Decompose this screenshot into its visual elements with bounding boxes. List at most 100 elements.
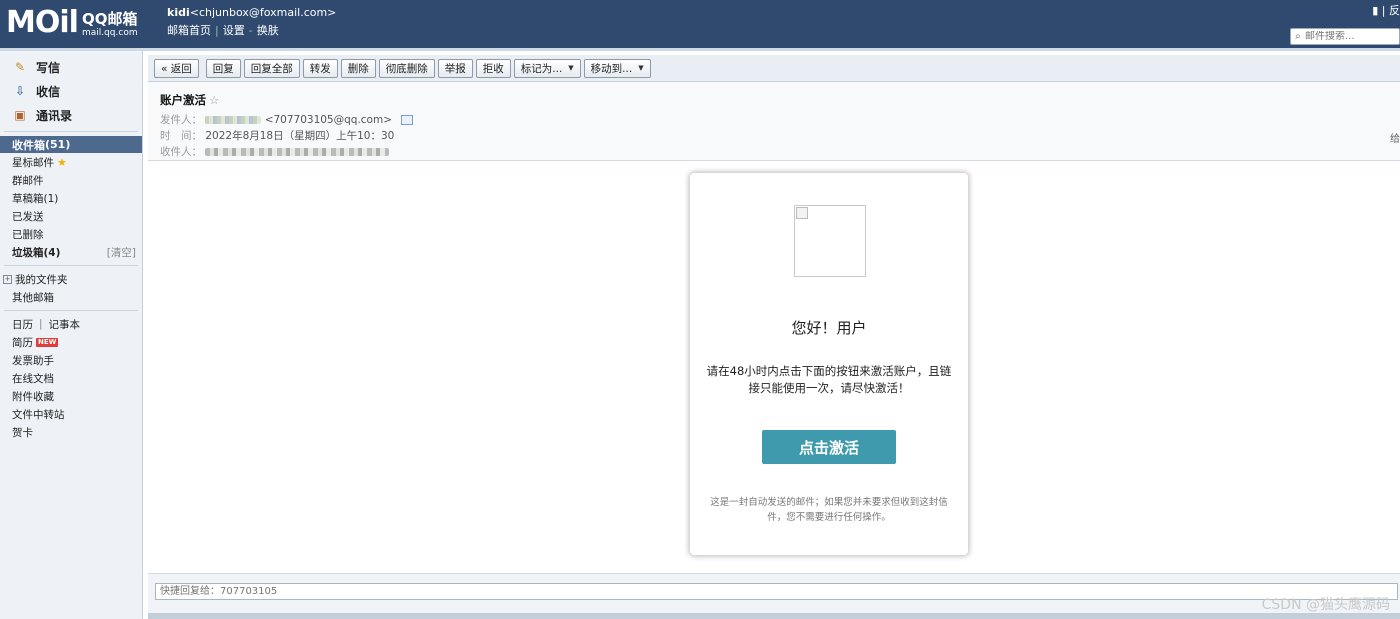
activation-card: 您好！用户 请在48小时内点击下面的按钮来激活账户，且链接只能使用一次，请尽快激… — [689, 172, 969, 556]
user-email: <chjunbox@foxmail.com> — [189, 6, 337, 19]
mail-header: 账户激活 ☆ 发件人： <707703105@qq.com> 时 间： 2022年… — [148, 82, 1400, 161]
sidebar-item-label: 通讯录 — [36, 108, 73, 123]
invoice-label: 发票助手 — [12, 354, 54, 367]
activate-button[interactable]: 点击激活 — [762, 430, 896, 464]
my-folders-label: 我的文件夹 — [15, 273, 68, 286]
activation-message: 请在48小时内点击下面的按钮来激活账户，且链接只能使用一次，请尽快激活！ — [706, 364, 952, 395]
caret-down-icon: ▼ — [568, 64, 574, 72]
quick-reply-input[interactable] — [155, 583, 1398, 600]
sidebar-divider — [4, 131, 138, 132]
sidebar-item-greeting-card[interactable]: 贺卡 — [0, 423, 142, 441]
mark-as-label: 标记为... — [520, 62, 563, 75]
broken-image-icon — [796, 207, 808, 219]
address-book-icon: ▣ — [14, 108, 26, 122]
mobile-icon[interactable]: ▮ — [1372, 4, 1378, 17]
move-to-label: 移动到... — [590, 62, 633, 75]
feedback-link[interactable]: 反 — [1389, 4, 1400, 17]
sidebar-item-invoice[interactable]: 发票助手 — [0, 351, 142, 369]
sidebar-item-online-docs[interactable]: 在线文档 — [0, 369, 142, 387]
pencil-note-icon: ✎ — [14, 60, 26, 74]
group-mail-label: 群邮件 — [12, 174, 44, 187]
bottom-bar — [148, 613, 1400, 619]
redacted-recipient — [205, 148, 390, 156]
link-mail-home[interactable]: 邮箱首页 — [167, 24, 211, 37]
sidebar-item-deleted[interactable]: 已删除 — [0, 225, 142, 243]
search-icon[interactable]: ⌕ — [1291, 31, 1305, 42]
sidebar-item-contacts[interactable]: ▣ 通讯录 — [0, 103, 142, 127]
report-button[interactable]: 举报 — [437, 58, 473, 78]
logo-brand: QQ邮箱 — [81, 10, 138, 28]
greeting-text: 您好！用户 — [791, 319, 867, 337]
reply-all-button[interactable]: 回复全部 — [243, 58, 300, 78]
mail-search-box[interactable]: ⌕ — [1290, 28, 1400, 45]
sidebar: ✎ 写信 ⇩ 收信 ▣ 通讯录 收件箱 (51) 星标邮件 ★ 群邮件 草稿箱(1)… — [0, 51, 143, 619]
link-settings[interactable]: 设置 — [223, 24, 245, 37]
new-badge: NEW — [36, 337, 59, 347]
star-icon: ★ — [57, 155, 67, 169]
auto-mail-footnote: 这是一封自动发送的邮件；如果您并未要求但收到这封信件，您不需要进行任何操作。 — [710, 497, 948, 523]
add-contact-icon[interactable] — [401, 115, 414, 125]
back-button[interactable]: « 返回 — [154, 58, 199, 78]
spam-clear-link[interactable]: [清空] — [107, 245, 136, 260]
sidebar-item-starred[interactable]: 星标邮件 ★ — [0, 153, 142, 171]
delete-button[interactable]: 删除 — [340, 58, 376, 78]
reject-button[interactable]: 拒收 — [475, 58, 511, 78]
user-info: kidi<chjunbox@foxmail.com> 邮箱首页 | 设置 - 换肤 — [167, 6, 336, 38]
from-label: 发件人： — [160, 114, 202, 126]
link-separator: - — [248, 24, 253, 37]
sidebar-tools-row: 日历 | 记事本 — [0, 315, 142, 333]
redacted-sender-name — [205, 116, 262, 124]
search-input[interactable] — [1305, 31, 1395, 42]
starred-label: 星标邮件 — [12, 156, 54, 169]
sidebar-item-inbox[interactable]: 收件箱 (51) — [0, 136, 142, 153]
inbox-tray-icon: ⇩ — [14, 84, 26, 98]
link-separator: | — [215, 24, 219, 37]
sidebar-item-compose[interactable]: ✎ 写信 — [0, 55, 142, 79]
reply-button[interactable]: 回复 — [205, 58, 241, 78]
mail-time-row: 时 间： 2022年8月18日（星期四）上午10：30 — [160, 128, 394, 143]
spam-label: 垃圾箱(4) — [12, 246, 61, 259]
inbox-count: (51) — [45, 138, 71, 151]
mail-subject: 账户激活 ☆ — [160, 92, 219, 108]
mail-body: 您好！用户 请在48小时内点击下面的按钮来激活账户，且链接只能使用一次，请尽快激… — [148, 161, 1400, 573]
greeting-card-label: 贺卡 — [12, 426, 33, 439]
mail-to-row: 收件人： — [160, 144, 390, 159]
from-email[interactable]: <707703105@qq.com> — [265, 114, 392, 126]
sidebar-item-label: 写信 — [36, 60, 61, 75]
other-mailbox-label: 其他邮箱 — [12, 291, 54, 304]
top-right-links[interactable]: ▮ | 反 — [1372, 2, 1400, 18]
inbox-label: 收件箱 — [12, 138, 45, 152]
user-name: kidi — [167, 6, 190, 19]
sidebar-item-drafts[interactable]: 草稿箱(1) — [0, 189, 142, 207]
logo-url: mail.qq.com — [81, 28, 138, 38]
sidebar-item-attachments[interactable]: 附件收藏 — [0, 387, 142, 405]
sidebar-item-calendar[interactable]: 日历 — [12, 317, 33, 332]
link-change-skin[interactable]: 换肤 — [257, 24, 279, 37]
sidebar-item-receive[interactable]: ⇩ 收信 — [0, 79, 142, 103]
watermark-text: CSDN @猫头鹰源码 — [1261, 597, 1390, 613]
mark-as-dropdown[interactable]: 标记为... ▼ — [513, 58, 581, 78]
delete-permanently-button[interactable]: 彻底删除 — [378, 58, 435, 78]
move-to-dropdown[interactable]: 移动到... ▼ — [583, 58, 651, 78]
quick-reply-area — [148, 573, 1400, 614]
sidebar-item-spam[interactable]: 垃圾箱(4) [清空] — [0, 243, 142, 261]
deleted-label: 已删除 — [12, 228, 44, 241]
time-label: 时 间： — [160, 130, 202, 142]
sidebar-item-file-transfer[interactable]: 文件中转站 — [0, 405, 142, 423]
pipe-separator: | — [39, 318, 43, 330]
star-outline-icon[interactable]: ☆ — [209, 93, 219, 107]
sidebar-item-notes[interactable]: 记事本 — [49, 317, 81, 332]
qq-mail-logo[interactable]: MOil QQ邮箱 mail.qq.com — [6, 8, 138, 38]
sent-label: 已发送 — [12, 210, 44, 223]
header-edge-text: 给 — [1390, 134, 1400, 145]
sidebar-item-resume[interactable]: 简历 NEW — [0, 333, 142, 351]
forward-button[interactable]: 转发 — [302, 58, 338, 78]
sidebar-item-other-mailbox[interactable]: 其他邮箱 — [0, 288, 142, 306]
drafts-label: 草稿箱(1) — [12, 192, 59, 205]
sidebar-item-group-mail[interactable]: 群邮件 — [0, 171, 142, 189]
expand-plus-icon[interactable]: + — [3, 274, 12, 284]
sidebar-item-sent[interactable]: 已发送 — [0, 207, 142, 225]
attachments-label: 附件收藏 — [12, 390, 54, 403]
sidebar-item-my-folders[interactable]: + 我的文件夹 — [0, 270, 142, 288]
time-value: 2022年8月18日（星期四）上午10：30 — [205, 130, 395, 142]
